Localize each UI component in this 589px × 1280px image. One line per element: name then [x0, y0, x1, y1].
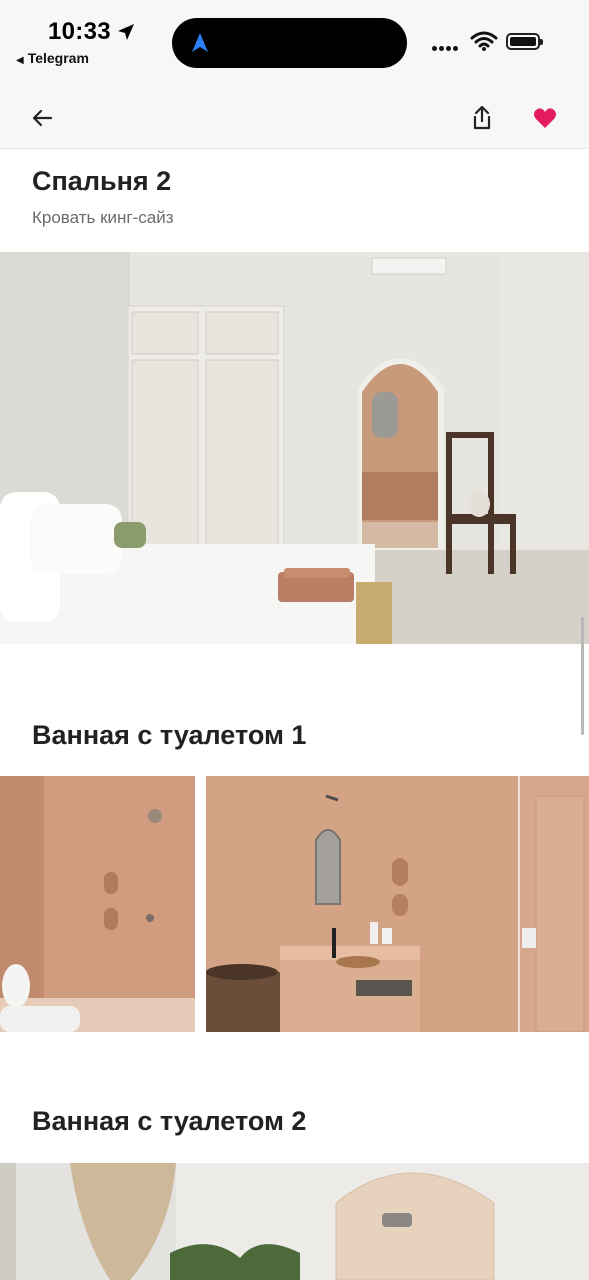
- bedroom-photo[interactable]: [0, 252, 589, 644]
- section-title-bathroom-1: Ванная с туалетом 1: [32, 720, 307, 750]
- bathroom-1-photo-2[interactable]: [206, 776, 589, 1032]
- section-title-bedroom-2: Спальня 2: [32, 166, 172, 196]
- location-arrow-icon: [118, 24, 134, 40]
- navigation-icon: [192, 33, 208, 52]
- wifi-icon: [470, 31, 498, 51]
- arrow-left-icon: [32, 109, 53, 127]
- back-app-label: Telegram: [27, 50, 89, 66]
- status-time: 10:33: [48, 18, 111, 45]
- back-triangle-icon: ◀: [16, 55, 24, 66]
- top-nav-bar: [0, 88, 589, 149]
- signal-icon: [432, 38, 460, 56]
- status-bar: 10:33 ◀ Telegram: [0, 0, 589, 88]
- heart-icon: [534, 108, 556, 128]
- section-title-bathroom-2: Ванная с туалетом 2: [32, 1106, 307, 1136]
- favorite-button[interactable]: [529, 102, 561, 134]
- share-button[interactable]: [466, 102, 498, 134]
- dynamic-island: [172, 18, 407, 68]
- back-button[interactable]: [26, 102, 58, 134]
- section-subtitle-bed-type: Кровать кинг-сайз: [32, 208, 174, 227]
- battery-icon: [506, 33, 543, 50]
- bathroom-1-photo-1[interactable]: [0, 776, 195, 1032]
- bathroom-2-photo[interactable]: [0, 1163, 589, 1280]
- bathroom-1-shower-image: [0, 776, 195, 1032]
- back-to-app-link[interactable]: ◀ Telegram: [16, 50, 89, 66]
- bedroom-image: [0, 252, 589, 644]
- scroll-indicator[interactable]: [581, 617, 584, 735]
- bathroom-2-image: [0, 1163, 589, 1280]
- share-icon: [473, 105, 491, 130]
- bathroom-1-vanity-image: [206, 776, 589, 1032]
